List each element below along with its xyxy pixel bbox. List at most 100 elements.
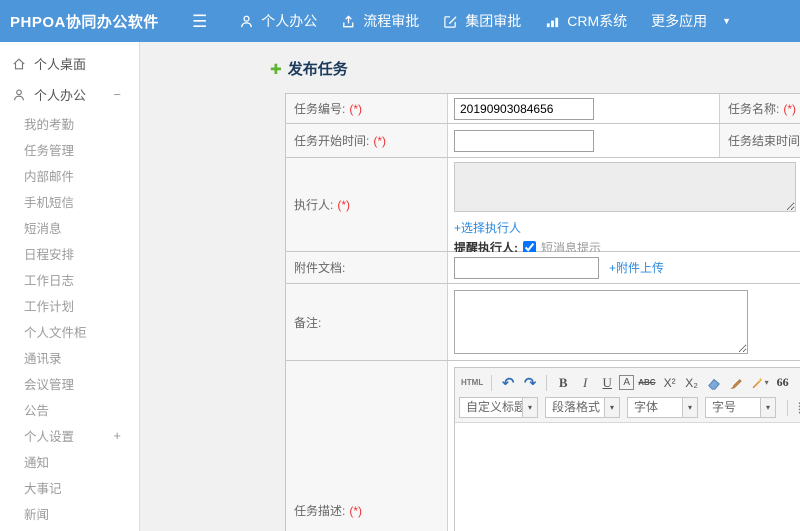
field-label: 任务编号: [294,102,346,116]
required-marker: (*) [783,101,797,116]
sidebar-item-personal-desktop[interactable]: 个人桌面 [0,48,139,79]
remark-textarea[interactable] [454,290,748,354]
undo-button[interactable]: ↶ [498,373,518,393]
custom-heading-select[interactable]: 自定义标题 ▾ [459,397,538,418]
sidebar-item-personal-office[interactable]: 个人办公 − [0,79,139,110]
sidebar-item-label: 个人设置 [24,429,75,444]
topbar: PHPOA协同办公软件 ☰ 个人办公 流程审批 集团审批 CRM系统 更多应用 … [0,0,800,42]
field-label: 附件文档: [294,261,346,275]
sidebar-item-news[interactable]: 新闻 [0,500,139,526]
page-title: ✚ 发布任务 [270,58,800,79]
start-time-row: 任务开始时间: (*) 任务结束时间: (*) [286,124,800,158]
select-executor-link[interactable]: +选择执行人 [454,221,521,235]
sidebar-item-sms[interactable]: 手机短信 [0,188,139,214]
attachment-input[interactable] [454,256,599,279]
sidebar-item-label: 手机短信 [24,195,75,210]
executor-textarea[interactable] [454,162,796,212]
attachment-cell: +附件上传 [448,252,800,283]
workflow-icon [343,14,354,27]
sidebar-item-my-attendance[interactable]: 我的考勤 [0,110,139,136]
home-icon [13,57,25,69]
nav-label: 集团审批 [465,13,522,29]
user-icon [14,89,24,100]
sidebar-item-label: 工作日志 [24,273,75,288]
attachment-upload-link[interactable]: +附件上传 [609,259,664,276]
hamburger-menu-icon[interactable]: ☰ [192,13,207,30]
html-source-button[interactable]: HTML [459,373,485,393]
paste-button[interactable]: T [795,373,800,393]
sidebar-item-label: 个人办公 [34,88,87,103]
blockquote-button[interactable]: 66 [773,373,793,393]
main-content: ✚ 发布任务 任务编号: (*) 任务名称: (*) [140,42,800,531]
font-size-select[interactable]: 字号 ▾ [705,397,776,418]
sidebar-item-contacts[interactable]: 通讯录 [0,344,139,370]
editor-toolbar: HTML ↶ ↷ B I U A ABC X² X₂ ▾ 66 自定义标题 ▾ … [455,368,800,423]
required-marker: (*) [349,101,363,116]
required-marker: (*) [349,503,363,518]
paragraph-format-select[interactable]: 段落格式 ▾ [545,397,620,418]
sidebar-item-label: 公告 [24,403,50,418]
bar-chart-icon [547,17,559,27]
field-label: 任务开始时间: [294,134,370,148]
executor-row: 执行人: (*) +选择执行人 提醒执行人: 短消息提示 [286,158,800,255]
char-border-button[interactable]: A [619,375,635,390]
quick-format-button[interactable]: ▾ [748,373,771,393]
sidebar-item-schedule[interactable]: 日程安排 [0,240,139,266]
select-label: 段落格式 [552,400,601,414]
nav-label: CRM系统 [567,13,628,29]
sidebar-item-label: 任务管理 [24,143,75,158]
sidebar-item-work-log[interactable]: 工作日志 [0,266,139,292]
remark-row: 备注: [286,284,800,361]
description-label: 任务描述: (*) [286,361,448,531]
sidebar-item-personal-settings[interactable]: 个人设置 + [0,422,139,448]
select-label: 字号 [712,400,737,414]
toolbar-separator [491,374,493,391]
sidebar-item-memorabilia[interactable]: 大事记 [0,474,139,500]
sidebar-item-label: 工作计划 [24,299,75,314]
select-label: 字体 [634,400,659,414]
sidebar-item-label: 通讯录 [24,351,62,366]
sidebar-item-notice[interactable]: 通知 [0,448,139,474]
nav-crm-system[interactable]: CRM系统 [545,11,627,31]
align-left-button[interactable] [794,398,800,418]
remove-format-button[interactable] [704,373,724,393]
redo-button[interactable]: ↷ [520,373,540,393]
italic-button[interactable]: I [575,373,595,393]
sidebar-item-announcement[interactable]: 公告 [0,396,139,422]
toolbar-separator [787,399,788,416]
bold-button[interactable]: B [553,373,573,393]
subscript-button[interactable]: X₂ [682,373,702,393]
task-number-input[interactable] [454,97,594,120]
sidebar-item-short-message[interactable]: 短消息 [0,214,139,240]
editor-content-area[interactable] [455,423,800,531]
sidebar-item-label: 短消息 [24,221,62,236]
sidebar-item-work-plan[interactable]: 工作计划 [0,292,139,318]
required-marker: (*) [337,197,351,212]
underline-button[interactable]: U [597,373,617,393]
required-marker: (*) [373,133,387,148]
sidebar-item-internal-mail[interactable]: 内部邮件 [0,162,139,188]
toolbar-separator [546,374,548,391]
nav-more-apps[interactable]: 更多应用 ▼ [651,11,731,31]
format-brush-button[interactable] [726,373,746,393]
eraser-icon [707,378,720,390]
sidebar-item-label: 大事记 [24,481,62,496]
strikethrough-button[interactable]: ABC [636,373,657,393]
sidebar-item-label: 日程安排 [24,247,75,262]
start-time-input[interactable] [454,129,594,152]
sidebar-item-personal-files[interactable]: 个人文件柜 [0,318,139,344]
font-family-select[interactable]: 字体 ▾ [627,397,698,418]
align-left-icon [798,402,800,414]
app-logo: PHPOA协同办公软件 [10,13,159,31]
superscript-button[interactable]: X² [660,373,680,393]
sidebar-item-label: 我的考勤 [24,117,75,132]
task-number-label: 任务编号: (*) [286,94,448,123]
nav-group-approval[interactable]: 集团审批 [443,11,521,31]
sidebar-item-task-management[interactable]: 任务管理 [0,136,139,162]
remark-label: 备注: [286,284,448,360]
sidebar-item-label: 新闻 [24,507,50,522]
end-time-label: 任务结束时间: (*) [720,124,800,157]
sidebar-item-meeting-management[interactable]: 会议管理 [0,370,139,396]
nav-workflow-approval[interactable]: 流程审批 [341,11,419,31]
nav-personal-office[interactable]: 个人办公 [239,11,317,31]
